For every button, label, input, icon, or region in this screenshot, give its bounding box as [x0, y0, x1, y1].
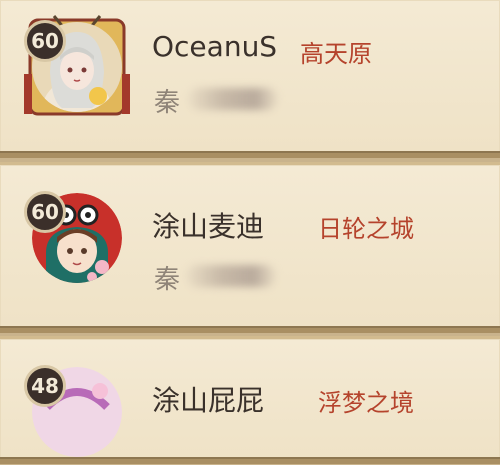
redacted-text: [186, 265, 276, 287]
server-name: 高天原: [300, 40, 372, 68]
player-name: OceanuS: [152, 30, 278, 63]
level-badge: 60: [24, 191, 66, 233]
server-name: 浮梦之境: [318, 389, 414, 417]
level-badge: 60: [24, 20, 66, 62]
player-card[interactable]: 60 涂山麦迪 日轮之城 秦: [0, 162, 500, 333]
player-name: 涂山屁屁: [152, 384, 265, 417]
player-name: 涂山麦迪: [152, 210, 265, 243]
player-card[interactable]: 48 涂山屁屁 浮梦之境: [0, 336, 500, 464]
player-card[interactable]: 60 OceanuS 高天原 秦: [0, 0, 500, 158]
realm-prefix: 秦: [154, 265, 181, 295]
level-badge: 48: [24, 365, 66, 407]
avatar[interactable]: 60: [24, 185, 130, 291]
realm-prefix: 秦: [154, 88, 181, 118]
player-list: 60 OceanuS 高天原 秦 60 涂山麦迪 日轮之城 秦 48 涂山屁屁 …: [0, 0, 500, 464]
server-name: 日轮之城: [318, 215, 414, 243]
redacted-text: [188, 88, 278, 110]
avatar[interactable]: 60: [24, 14, 130, 120]
avatar[interactable]: 48: [24, 359, 130, 465]
